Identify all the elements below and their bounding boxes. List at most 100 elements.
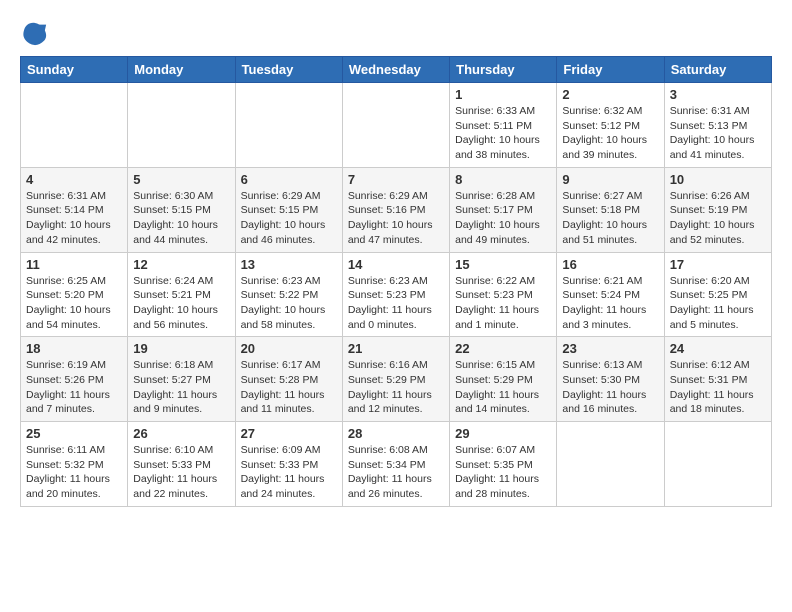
day-info: Sunrise: 6:07 AMSunset: 5:35 PMDaylight:… — [455, 443, 551, 502]
day-info: Sunrise: 6:11 AMSunset: 5:32 PMDaylight:… — [26, 443, 122, 502]
header-wednesday: Wednesday — [342, 57, 449, 83]
day-info: Sunrise: 6:09 AMSunset: 5:33 PMDaylight:… — [241, 443, 337, 502]
day-info: Sunrise: 6:08 AMSunset: 5:34 PMDaylight:… — [348, 443, 444, 502]
calendar-cell: 28 Sunrise: 6:08 AMSunset: 5:34 PMDayligh… — [342, 422, 449, 507]
day-number: 6 — [241, 172, 337, 187]
week-row-3: 11 Sunrise: 6:25 AMSunset: 5:20 PMDayligh… — [21, 252, 772, 337]
calendar-table: SundayMondayTuesdayWednesdayThursdayFrid… — [20, 56, 772, 507]
week-row-4: 18 Sunrise: 6:19 AMSunset: 5:26 PMDayligh… — [21, 337, 772, 422]
day-info: Sunrise: 6:29 AMSunset: 5:16 PMDaylight:… — [348, 189, 444, 248]
day-number: 8 — [455, 172, 551, 187]
day-number: 29 — [455, 426, 551, 441]
page-header — [20, 16, 772, 48]
day-info: Sunrise: 6:30 AMSunset: 5:15 PMDaylight:… — [133, 189, 229, 248]
header-tuesday: Tuesday — [235, 57, 342, 83]
day-number: 14 — [348, 257, 444, 272]
calendar-cell — [557, 422, 664, 507]
calendar-cell: 2 Sunrise: 6:32 AMSunset: 5:12 PMDaylight… — [557, 83, 664, 168]
calendar-cell: 1 Sunrise: 6:33 AMSunset: 5:11 PMDaylight… — [450, 83, 557, 168]
day-number: 9 — [562, 172, 658, 187]
day-info: Sunrise: 6:20 AMSunset: 5:25 PMDaylight:… — [670, 274, 766, 333]
day-number: 27 — [241, 426, 337, 441]
day-number: 2 — [562, 87, 658, 102]
calendar-cell: 24 Sunrise: 6:12 AMSunset: 5:31 PMDayligh… — [664, 337, 771, 422]
calendar-cell: 20 Sunrise: 6:17 AMSunset: 5:28 PMDayligh… — [235, 337, 342, 422]
calendar-cell: 13 Sunrise: 6:23 AMSunset: 5:22 PMDayligh… — [235, 252, 342, 337]
day-number: 13 — [241, 257, 337, 272]
day-info: Sunrise: 6:12 AMSunset: 5:31 PMDaylight:… — [670, 358, 766, 417]
logo — [20, 20, 52, 48]
logo-icon — [20, 20, 48, 48]
calendar-cell: 6Sunrise: 6:29 AMSunset: 5:15 PMDaylight… — [235, 167, 342, 252]
day-info: Sunrise: 6:19 AMSunset: 5:26 PMDaylight:… — [26, 358, 122, 417]
header-monday: Monday — [128, 57, 235, 83]
calendar-cell: 9 Sunrise: 6:27 AMSunset: 5:18 PMDaylight… — [557, 167, 664, 252]
day-info: Sunrise: 6:13 AMSunset: 5:30 PMDaylight:… — [562, 358, 658, 417]
header-sunday: Sunday — [21, 57, 128, 83]
calendar-cell: 26 Sunrise: 6:10 AMSunset: 5:33 PMDayligh… — [128, 422, 235, 507]
day-number: 22 — [455, 341, 551, 356]
calendar-cell: 5 Sunrise: 6:30 AMSunset: 5:15 PMDaylight… — [128, 167, 235, 252]
day-number: 20 — [241, 341, 337, 356]
day-number: 15 — [455, 257, 551, 272]
day-info: Sunrise: 6:31 AMSunset: 5:14 PMDaylight:… — [26, 189, 122, 248]
week-row-1: 1 Sunrise: 6:33 AMSunset: 5:11 PMDaylight… — [21, 83, 772, 168]
calendar-cell: 14 Sunrise: 6:23 AMSunset: 5:23 PMDayligh… — [342, 252, 449, 337]
calendar-cell: 21 Sunrise: 6:16 AMSunset: 5:29 PMDayligh… — [342, 337, 449, 422]
calendar-cell: 10 Sunrise: 6:26 AMSunset: 5:19 PMDayligh… — [664, 167, 771, 252]
header-thursday: Thursday — [450, 57, 557, 83]
day-number: 12 — [133, 257, 229, 272]
day-info: Sunrise: 6:24 AMSunset: 5:21 PMDaylight:… — [133, 274, 229, 333]
calendar-cell: 19Sunrise: 6:18 AMSunset: 5:27 PMDayligh… — [128, 337, 235, 422]
calendar-cell: 25 Sunrise: 6:11 AMSunset: 5:32 PMDayligh… — [21, 422, 128, 507]
day-info: Sunrise: 6:17 AMSunset: 5:28 PMDaylight:… — [241, 358, 337, 417]
day-number: 10 — [670, 172, 766, 187]
day-number: 7 — [348, 172, 444, 187]
calendar-cell: 12 Sunrise: 6:24 AMSunset: 5:21 PMDayligh… — [128, 252, 235, 337]
day-number: 23 — [562, 341, 658, 356]
day-number: 26 — [133, 426, 229, 441]
day-info: Sunrise: 6:25 AMSunset: 5:20 PMDaylight:… — [26, 274, 122, 333]
day-info: Sunrise: 6:10 AMSunset: 5:33 PMDaylight:… — [133, 443, 229, 502]
calendar-cell — [664, 422, 771, 507]
day-number: 28 — [348, 426, 444, 441]
calendar-cell: 8 Sunrise: 6:28 AMSunset: 5:17 PMDaylight… — [450, 167, 557, 252]
day-number: 19 — [133, 341, 229, 356]
day-number: 18 — [26, 341, 122, 356]
calendar-cell: 23 Sunrise: 6:13 AMSunset: 5:30 PMDayligh… — [557, 337, 664, 422]
calendar-cell: 3Sunrise: 6:31 AMSunset: 5:13 PMDaylight… — [664, 83, 771, 168]
day-info: Sunrise: 6:31 AMSunset: 5:13 PMDaylight:… — [670, 104, 766, 163]
day-info: Sunrise: 6:23 AMSunset: 5:23 PMDaylight:… — [348, 274, 444, 333]
day-number: 24 — [670, 341, 766, 356]
calendar-cell: 15Sunrise: 6:22 AMSunset: 5:23 PMDayligh… — [450, 252, 557, 337]
day-info: Sunrise: 6:21 AMSunset: 5:24 PMDaylight:… — [562, 274, 658, 333]
day-number: 1 — [455, 87, 551, 102]
day-number: 17 — [670, 257, 766, 272]
calendar-cell: 17 Sunrise: 6:20 AMSunset: 5:25 PMDayligh… — [664, 252, 771, 337]
day-info: Sunrise: 6:16 AMSunset: 5:29 PMDaylight:… — [348, 358, 444, 417]
day-number: 25 — [26, 426, 122, 441]
calendar-cell: 11 Sunrise: 6:25 AMSunset: 5:20 PMDayligh… — [21, 252, 128, 337]
day-number: 21 — [348, 341, 444, 356]
week-row-2: 4 Sunrise: 6:31 AMSunset: 5:14 PMDaylight… — [21, 167, 772, 252]
calendar-cell: 7 Sunrise: 6:29 AMSunset: 5:16 PMDaylight… — [342, 167, 449, 252]
calendar-cell: 4 Sunrise: 6:31 AMSunset: 5:14 PMDaylight… — [21, 167, 128, 252]
day-info: Sunrise: 6:33 AMSunset: 5:11 PMDaylight:… — [455, 104, 551, 163]
calendar-cell — [128, 83, 235, 168]
day-info: Sunrise: 6:23 AMSunset: 5:22 PMDaylight:… — [241, 274, 337, 333]
day-info: Sunrise: 6:32 AMSunset: 5:12 PMDaylight:… — [562, 104, 658, 163]
day-number: 5 — [133, 172, 229, 187]
day-number: 4 — [26, 172, 122, 187]
day-number: 16 — [562, 257, 658, 272]
calendar-cell: 22Sunrise: 6:15 AMSunset: 5:29 PMDayligh… — [450, 337, 557, 422]
calendar-cell: 16 Sunrise: 6:21 AMSunset: 5:24 PMDayligh… — [557, 252, 664, 337]
day-number: 11 — [26, 257, 122, 272]
calendar-cell — [342, 83, 449, 168]
day-info: Sunrise: 6:26 AMSunset: 5:19 PMDaylight:… — [670, 189, 766, 248]
calendar-cell: 27 Sunrise: 6:09 AMSunset: 5:33 PMDayligh… — [235, 422, 342, 507]
header-friday: Friday — [557, 57, 664, 83]
calendar-header-row: SundayMondayTuesdayWednesdayThursdayFrid… — [21, 57, 772, 83]
day-info: Sunrise: 6:27 AMSunset: 5:18 PMDaylight:… — [562, 189, 658, 248]
day-info: Sunrise: 6:28 AMSunset: 5:17 PMDaylight:… — [455, 189, 551, 248]
week-row-5: 25 Sunrise: 6:11 AMSunset: 5:32 PMDayligh… — [21, 422, 772, 507]
